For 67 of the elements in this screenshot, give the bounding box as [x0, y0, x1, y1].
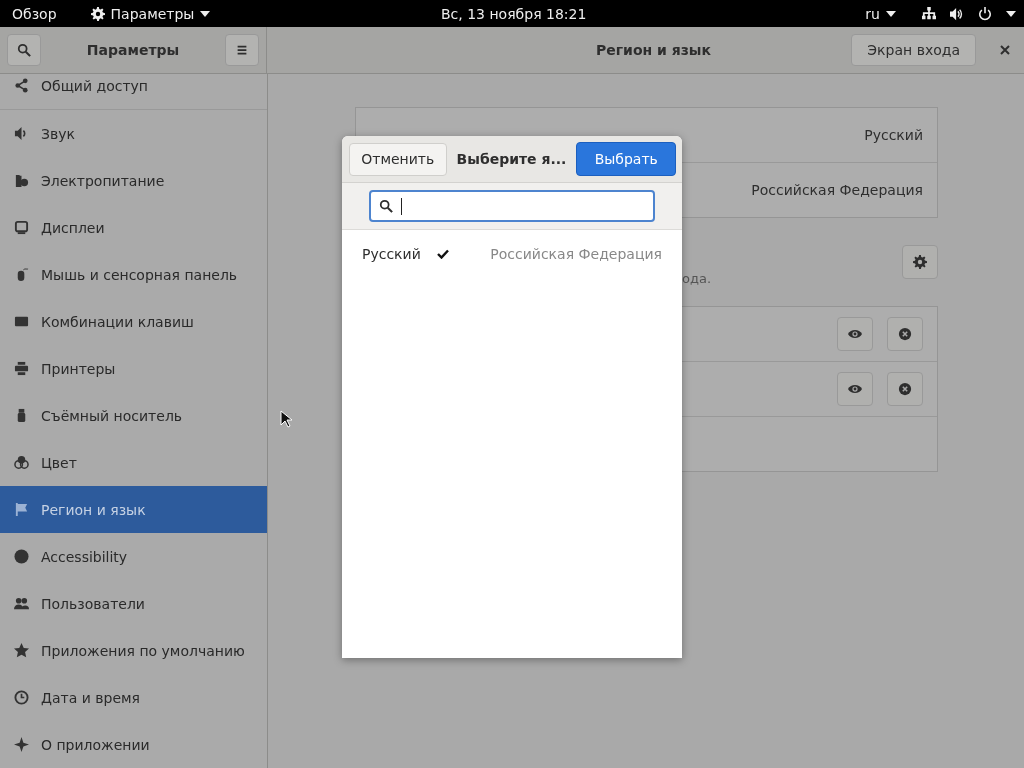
sidebar-title: Параметры: [86, 42, 180, 58]
search-button[interactable]: [7, 34, 41, 66]
network-icon: [922, 6, 936, 21]
row-value: Российская Федерация: [751, 182, 923, 198]
keyboard-layout-menu[interactable]: ru: [865, 5, 896, 22]
remove-icon: [898, 327, 912, 341]
preview-button[interactable]: [837, 372, 873, 406]
select-button[interactable]: Выбрать: [576, 142, 676, 176]
clock-icon: [14, 690, 29, 705]
row-value: Русский: [864, 127, 923, 143]
language-name: Русский: [362, 246, 421, 262]
login-screen-button[interactable]: Экран входа: [851, 34, 976, 66]
sidebar-item[interactable]: Мышь и сенсорная панель: [0, 251, 267, 298]
remove-button[interactable]: [887, 317, 923, 351]
hint-text: ода.: [682, 271, 712, 286]
sidebar-item[interactable]: Цвет: [0, 439, 267, 486]
sidebar-item[interactable]: Accessibility: [0, 533, 267, 580]
sidebar-item[interactable]: Съёмный носитель: [0, 392, 267, 439]
cancel-button[interactable]: Отменить: [349, 142, 447, 176]
sparkle-icon: [14, 737, 29, 752]
country-name: Российская Федерация: [490, 246, 662, 262]
preview-button[interactable]: [837, 317, 873, 351]
keyboard-icon: [14, 314, 29, 329]
sidebar-item[interactable]: Дисплеи: [0, 204, 267, 251]
sidebar-item[interactable]: Принтеры: [0, 345, 267, 392]
users-icon: [14, 596, 29, 611]
power-icon: [978, 6, 992, 21]
activities-button[interactable]: Обзор: [12, 5, 57, 22]
volume-icon: [950, 6, 964, 21]
language-row[interactable]: Русский Российская Федерация: [342, 230, 682, 278]
clock[interactable]: Вс, 13 ноября 18:21: [441, 5, 587, 22]
battery-icon: [14, 173, 29, 188]
sidebar-item[interactable]: Регион и язык: [0, 486, 267, 533]
sidebar-item[interactable]: Дата и время: [0, 674, 267, 721]
sidebar-item[interactable]: О приложении: [0, 721, 267, 768]
menu-button[interactable]: [225, 34, 259, 66]
eye-icon: [848, 382, 862, 396]
gear-icon: [913, 255, 927, 269]
settings-button[interactable]: [902, 245, 938, 279]
sidebar-item[interactable]: Приложения по умолчанию: [0, 627, 267, 674]
remove-button[interactable]: [887, 372, 923, 406]
sidebar-item[interactable]: Электропитание: [0, 157, 267, 204]
caret-icon: [200, 10, 211, 17]
sidebar-item[interactable]: Звук: [0, 110, 267, 157]
search-icon: [379, 199, 393, 213]
close-icon[interactable]: [1000, 45, 1010, 55]
search-field[interactable]: [369, 190, 655, 222]
share-icon: [14, 78, 29, 93]
menu-icon: [235, 43, 249, 57]
caret-icon: [1006, 10, 1016, 17]
color-icon: [14, 455, 29, 470]
sidebar-item[interactable]: Комбинации клавиш: [0, 298, 267, 345]
window-title: Регион и язык: [596, 42, 711, 58]
printer-icon: [14, 361, 29, 376]
caret-icon: [886, 10, 896, 17]
search-icon: [17, 43, 31, 57]
gear-icon: [90, 6, 105, 21]
system-menu[interactable]: [922, 6, 1016, 21]
mouse-pointer-icon: [280, 410, 292, 428]
sidebar-item[interactable]: Пользователи: [0, 580, 267, 627]
app-menu[interactable]: Параметры: [90, 5, 211, 22]
sidebar-item[interactable]: Общий доступ: [0, 74, 267, 110]
display-icon: [14, 220, 29, 235]
eye-icon: [848, 327, 862, 341]
star-icon: [14, 643, 29, 658]
flag-icon: [14, 502, 29, 517]
remove-icon: [898, 382, 912, 396]
